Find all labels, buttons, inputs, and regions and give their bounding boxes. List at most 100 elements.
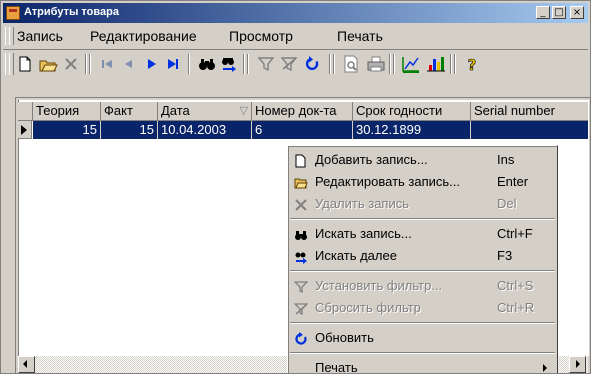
filter-icon[interactable] (255, 53, 277, 75)
help-icon[interactable]: ? (461, 53, 483, 75)
maximize-button[interactable]: □ (552, 6, 566, 19)
menu-separator (290, 218, 555, 220)
edit-record-icon[interactable] (37, 53, 59, 75)
refresh-icon (294, 331, 308, 345)
column-header-date[interactable]: Дата ▽ (158, 102, 252, 121)
document-icon (294, 153, 308, 168)
title-bar[interactable]: Атрибуты товара _ □ × (3, 3, 588, 23)
column-header-fact[interactable]: Факт (101, 102, 158, 121)
menu-item-label: Удалить запись (315, 196, 410, 211)
menu-item-add-record[interactable]: Добавить запись... Ins (288, 149, 557, 171)
clear-filter-icon (293, 301, 309, 316)
find-next-icon (294, 249, 308, 264)
menu-item-shortcut: Enter (497, 174, 529, 189)
menu-item-label: Установить фильтр... (315, 278, 443, 293)
menu-item-set-filter[interactable]: Установить фильтр... Ctrl+S (288, 275, 557, 297)
toolbar-separator (454, 54, 456, 74)
refresh-icon[interactable] (301, 53, 323, 75)
menu-item-label: Добавить запись... (315, 152, 428, 167)
toolbar-separator (85, 54, 87, 74)
column-header-serial[interactable]: Serial number (471, 102, 588, 121)
main-window: Атрибуты товара _ □ × Запись Редактирова… (0, 0, 591, 374)
svg-text:?: ? (468, 56, 477, 74)
menu-item-shortcut: F3 (497, 248, 513, 263)
column-header-label: Факт (104, 103, 133, 118)
clear-filter-icon[interactable] (278, 53, 300, 75)
context-menu: Добавить запись... Ins Редактировать зап… (287, 145, 558, 374)
toolbar-separator (329, 54, 331, 74)
delete-record-icon[interactable] (60, 53, 82, 75)
folder-open-icon (294, 175, 308, 189)
current-row-indicator (18, 121, 32, 139)
toolbar-separator (333, 54, 335, 74)
cell-fact[interactable]: 15 (101, 121, 158, 139)
menu-item-label: Сбросить фильтр (315, 300, 421, 315)
cell-theory[interactable]: 15 (33, 121, 101, 139)
toolbar-separator (243, 54, 245, 74)
menu-item-shortcut: Del (497, 196, 517, 211)
menu-item-label: Редактировать запись... (315, 174, 461, 189)
toolbar-separator (247, 54, 249, 74)
binoculars-icon (294, 227, 308, 241)
window-title: Атрибуты товара (24, 6, 119, 18)
column-header-label: Serial number (474, 103, 555, 118)
app-icon (6, 6, 20, 20)
table-row[interactable]: 15 15 10.04.2003 6 30.12.1899 (33, 121, 588, 139)
next-record-icon[interactable] (140, 53, 162, 75)
toolbar: ? (3, 49, 588, 78)
toolbar-separator (89, 54, 91, 74)
menu-separator (290, 322, 555, 324)
cell-date[interactable]: 10.04.2003 (158, 121, 252, 139)
toolbar-separator (393, 54, 395, 74)
print-preview-icon[interactable] (340, 53, 362, 75)
menu-record[interactable]: Запись (17, 28, 63, 44)
menu-item-find-record[interactable]: Искать запись... Ctrl+F (288, 223, 557, 245)
menu-bar: Запись Редактирование Просмотр Печать (3, 25, 588, 47)
menu-item-edit-record[interactable]: Редактировать запись... Enter (288, 171, 557, 193)
column-header-label: Дата (161, 103, 190, 118)
cell-doc-number[interactable]: 6 (252, 121, 353, 139)
first-record-icon[interactable] (96, 53, 118, 75)
find-icon[interactable] (196, 53, 218, 75)
prev-record-icon[interactable] (118, 53, 140, 75)
menu-item-delete-record[interactable]: Удалить запись Del (288, 193, 557, 215)
scroll-right-button[interactable] (569, 356, 586, 373)
submenu-arrow-icon (543, 364, 547, 372)
close-button[interactable]: × (570, 6, 584, 19)
sort-indicator-icon: ▽ (239, 105, 248, 117)
cell-expiry[interactable]: 30.12.1899 (353, 121, 471, 139)
menu-item-shortcut: Ins (497, 152, 515, 167)
menu-item-shortcut: Ctrl+S (497, 278, 534, 293)
chart-icon[interactable] (425, 53, 447, 75)
menu-item-label: Печать (315, 360, 358, 374)
minimize-button[interactable]: _ (536, 6, 550, 19)
menu-item-find-next[interactable]: Искать далее F3 (288, 245, 557, 267)
column-header-doc-number[interactable]: Номер док-та (252, 102, 353, 121)
menu-edit[interactable]: Редактирование (90, 28, 197, 44)
column-header-label: Номер док-та (255, 103, 337, 118)
find-next-icon[interactable] (218, 53, 240, 75)
menu-separator (290, 352, 555, 354)
menu-print[interactable]: Печать (337, 28, 383, 44)
menu-separator (290, 270, 555, 272)
toolbar-separator (188, 54, 190, 74)
column-header-label: Теория (36, 103, 80, 118)
column-header-expiry[interactable]: Срок годности (353, 102, 471, 121)
cell-serial[interactable] (471, 121, 588, 139)
menu-item-print[interactable]: Печать (288, 357, 557, 374)
column-header-label: Срок годности (356, 103, 443, 118)
chart-edit-icon[interactable] (400, 53, 422, 75)
column-header-theory[interactable]: Теория (33, 102, 101, 121)
last-record-icon[interactable] (162, 53, 184, 75)
menu-item-label: Обновить (315, 330, 374, 345)
menu-view[interactable]: Просмотр (229, 28, 293, 44)
menu-item-refresh[interactable]: Обновить (288, 327, 557, 349)
scroll-left-button[interactable] (18, 356, 35, 373)
menu-item-reset-filter[interactable]: Сбросить фильтр Ctrl+R (288, 297, 557, 319)
cross-icon (294, 197, 308, 211)
header-corner (18, 102, 33, 121)
new-record-icon[interactable] (14, 53, 36, 75)
toolbar-separator (450, 54, 452, 74)
print-icon[interactable] (365, 53, 387, 75)
menubar-grip-2 (9, 27, 14, 45)
